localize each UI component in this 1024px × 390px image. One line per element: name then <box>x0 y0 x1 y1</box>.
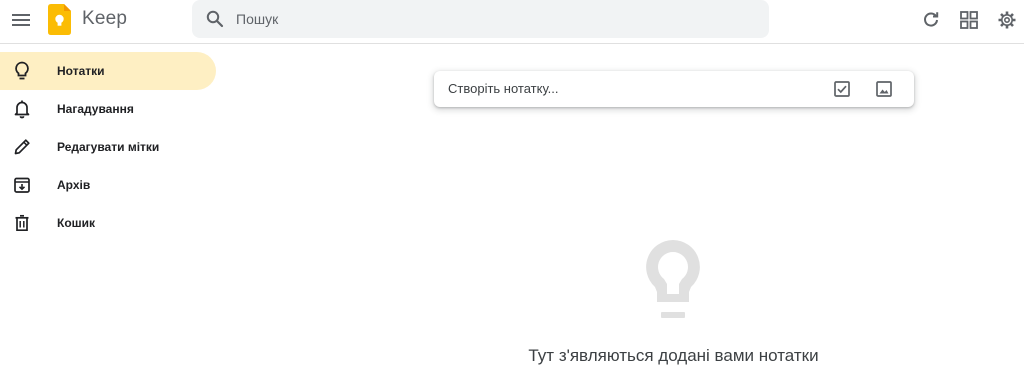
bell-icon <box>12 99 32 119</box>
lightbulb-icon <box>12 61 32 81</box>
main-menu-button[interactable] <box>9 8 33 32</box>
take-note-placeholder[interactable]: Створіть нотатку... <box>448 81 559 96</box>
refresh-icon <box>924 12 939 27</box>
empty-state-message: Тут з'являються додані вами нотатки <box>528 346 819 365</box>
sidebar-item-notes[interactable]: Нотатки <box>0 52 216 90</box>
grid-view-button[interactable] <box>957 8 981 32</box>
search-icon[interactable] <box>205 9 225 29</box>
new-image-note-button[interactable] <box>874 79 894 99</box>
lightbulb-outline-icon <box>646 240 700 318</box>
search-bar[interactable] <box>192 0 769 38</box>
checkbox-icon <box>834 81 850 97</box>
sidebar-item-archive[interactable]: Архів <box>0 166 216 204</box>
new-list-button[interactable] <box>832 79 852 99</box>
sidebar-item-label: Архів <box>57 178 91 192</box>
settings-button[interactable] <box>995 8 1019 32</box>
search-input[interactable] <box>236 0 736 38</box>
app-name[interactable]: Keep <box>82 8 127 30</box>
keep-logo[interactable] <box>48 4 71 35</box>
sidebar-item-reminders[interactable]: Нагадування <box>0 90 216 128</box>
sidebar-item-label: Нотатки <box>57 64 105 78</box>
image-icon <box>876 81 892 97</box>
sidebar-item-label: Кошик <box>57 216 96 230</box>
pencil-icon <box>12 137 32 157</box>
sidebar-item-label: Редагувати мітки <box>57 140 160 154</box>
navigation-drawer: Нотатки Нагадування Редагувати мітки Арх… <box>0 52 216 242</box>
top-app-bar: Keep <box>0 0 1024 44</box>
hamburger-menu-icon <box>12 14 30 26</box>
sidebar-item-trash[interactable]: Кошик <box>0 204 216 242</box>
trash-icon <box>12 213 32 233</box>
archive-icon <box>12 175 32 195</box>
take-note-bar[interactable]: Створіть нотатку... <box>434 71 914 107</box>
refresh-button[interactable] <box>919 8 943 32</box>
gear-icon <box>998 11 1016 29</box>
sidebar-item-edit-labels[interactable]: Редагувати мітки <box>0 128 216 166</box>
grid-view-icon <box>960 11 978 29</box>
sidebar-item-label: Нагадування <box>57 102 134 116</box>
